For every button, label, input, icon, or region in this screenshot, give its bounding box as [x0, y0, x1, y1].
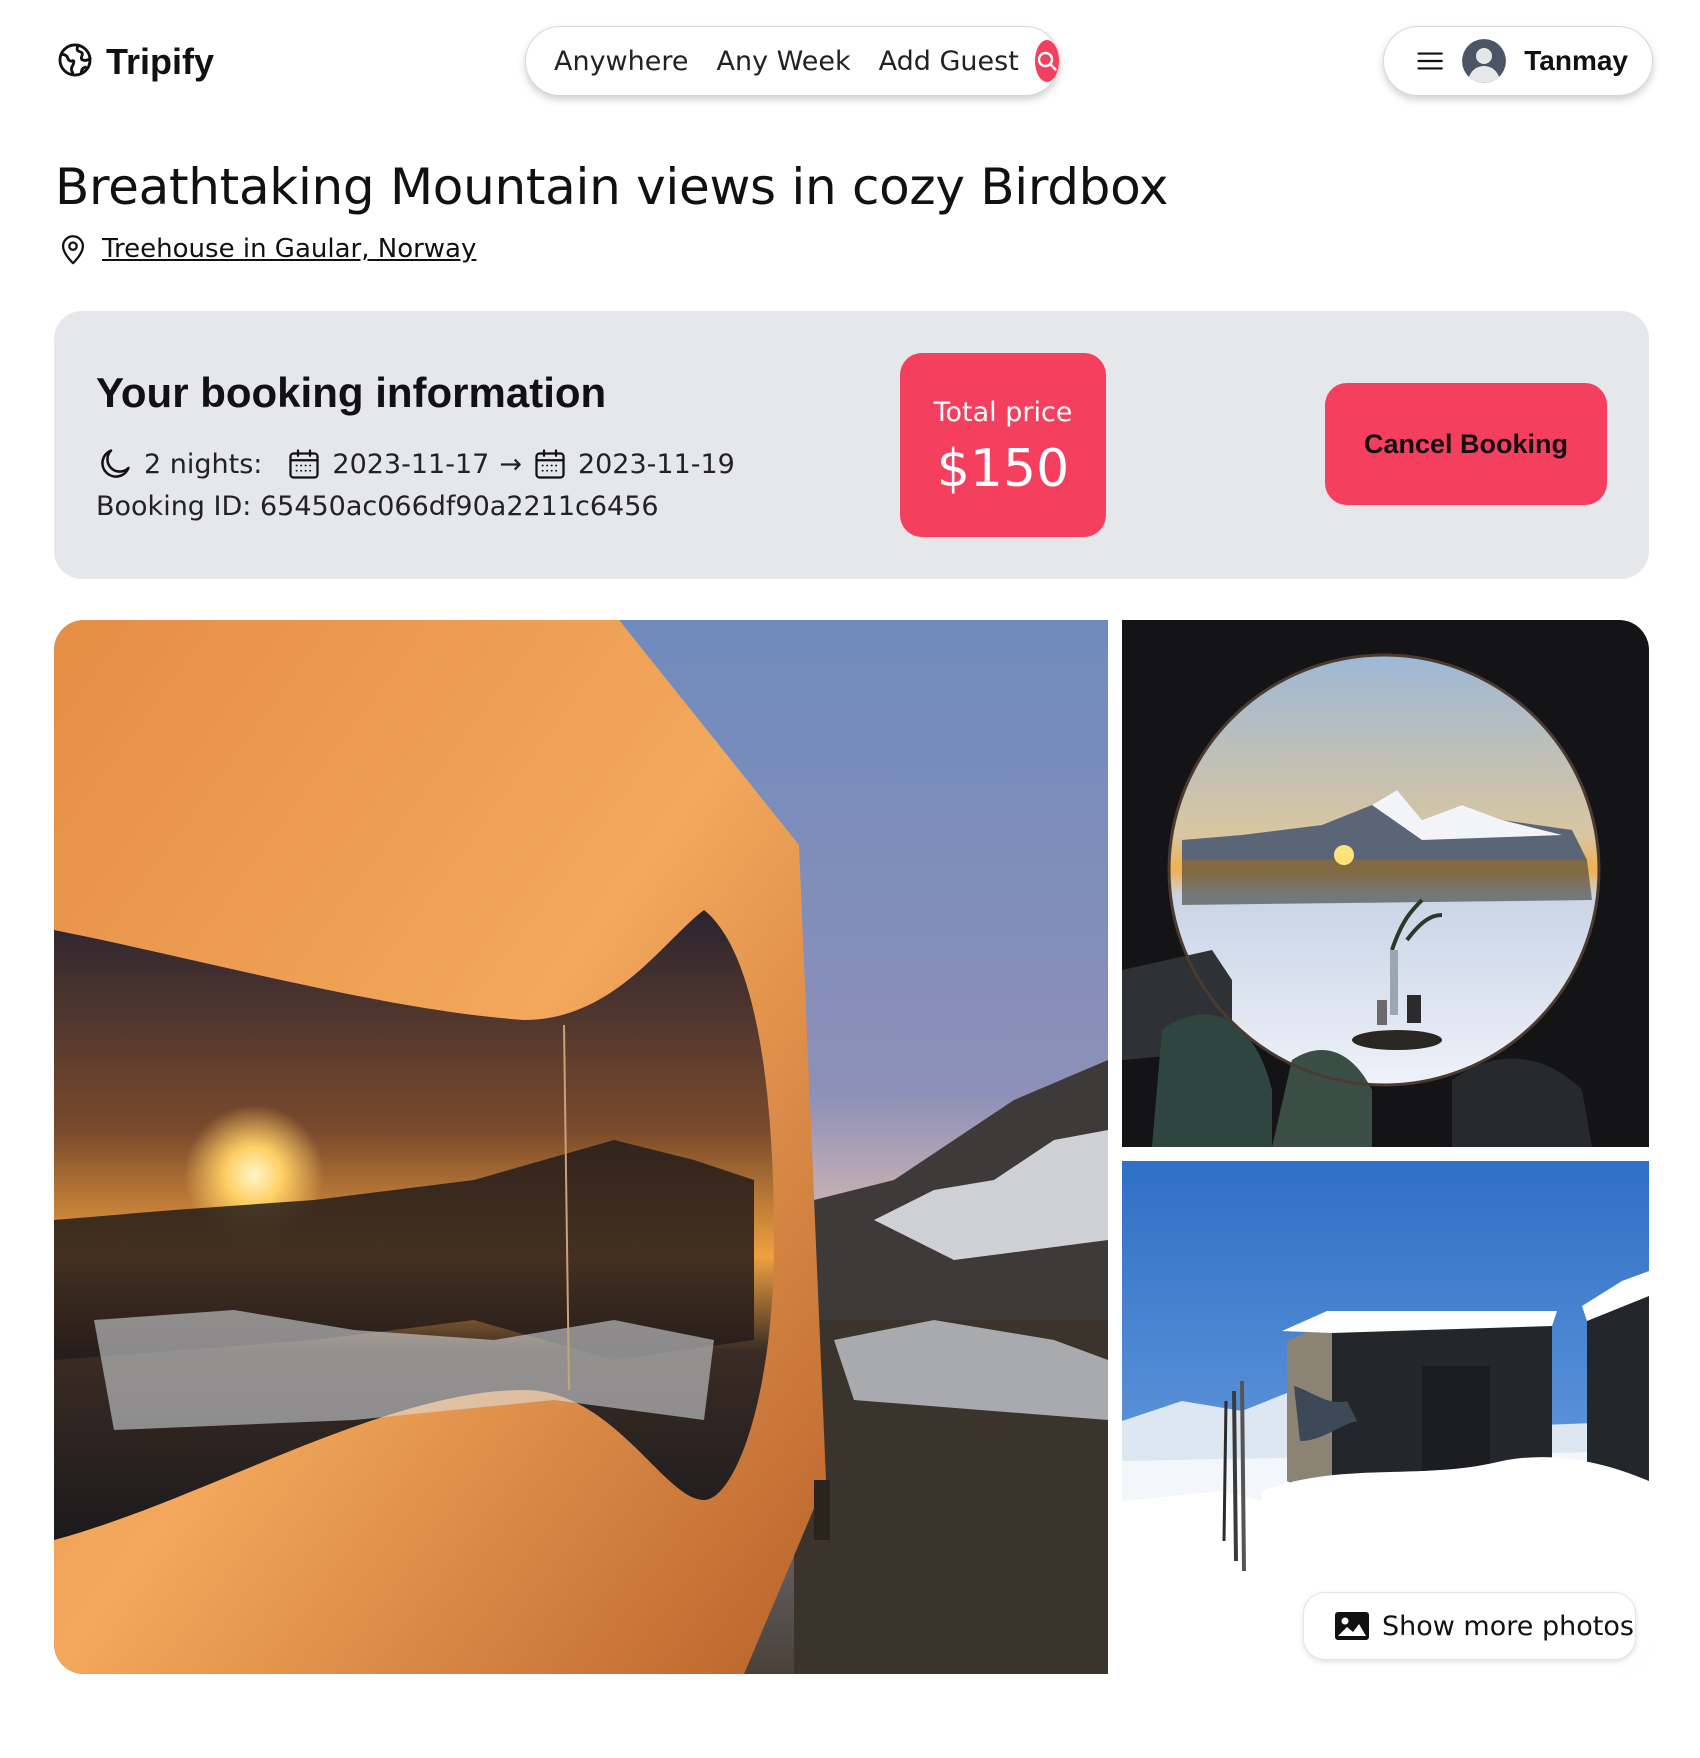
total-price-label: Total price — [933, 397, 1073, 428]
avatar — [1462, 39, 1507, 83]
check-out-date: 2023-11-19 — [577, 448, 735, 480]
total-price-box: Total price $150 — [900, 353, 1106, 537]
show-more-photos-label: Show more photos — [1382, 1610, 1634, 1642]
show-more-photos-button[interactable]: Show more photos — [1303, 1592, 1636, 1660]
search-where[interactable]: Anywhere — [554, 46, 703, 77]
photo-gallery — [54, 620, 1649, 1674]
search-icon — [1037, 51, 1057, 71]
date-arrow: → — [499, 448, 522, 480]
booking-id: Booking ID: 65450ac066df90a2211c6456 — [96, 491, 659, 522]
nights-count: 2 nights: — [144, 448, 263, 480]
main-photo[interactable] — [54, 620, 1108, 1674]
search-when[interactable]: Any Week — [703, 46, 865, 77]
cancel-booking-button[interactable]: Cancel Booking — [1325, 383, 1607, 505]
booking-card: Your booking information 2 nights: 2023-… — [54, 311, 1649, 579]
search-bar[interactable]: Anywhere Any Week Add Guest — [525, 26, 1060, 96]
brand-name: Tripify — [106, 41, 215, 82]
calendar-icon — [289, 449, 320, 479]
booking-dates: 2 nights: 2023-11-17 → 2023-11-19 — [96, 445, 735, 483]
map-pin-icon — [61, 235, 85, 265]
user-menu-button[interactable]: Tanmay — [1383, 26, 1653, 96]
globe-icon — [56, 41, 94, 83]
check-in-date: 2023-11-17 — [332, 448, 490, 480]
calendar-icon — [535, 449, 565, 479]
search-button[interactable] — [1034, 40, 1059, 82]
total-price-value: $150 — [936, 439, 1070, 499]
image-icon — [1335, 1612, 1369, 1640]
moon-icon — [101, 449, 130, 478]
hamburger-menu-icon — [1417, 52, 1443, 70]
logo[interactable]: Tripify — [56, 40, 214, 84]
interior-photo[interactable] — [1122, 620, 1649, 1147]
search-guests[interactable]: Add Guest — [865, 46, 1033, 77]
location-link[interactable]: Treehouse in Gaular, Norway — [102, 234, 476, 264]
page-title: Breathtaking Mountain views in cozy Bird… — [55, 158, 1169, 216]
booking-heading: Your booking information — [96, 369, 607, 416]
location: Treehouse in Gaular, Norway — [56, 230, 476, 268]
user-name: Tanmay — [1524, 45, 1628, 76]
